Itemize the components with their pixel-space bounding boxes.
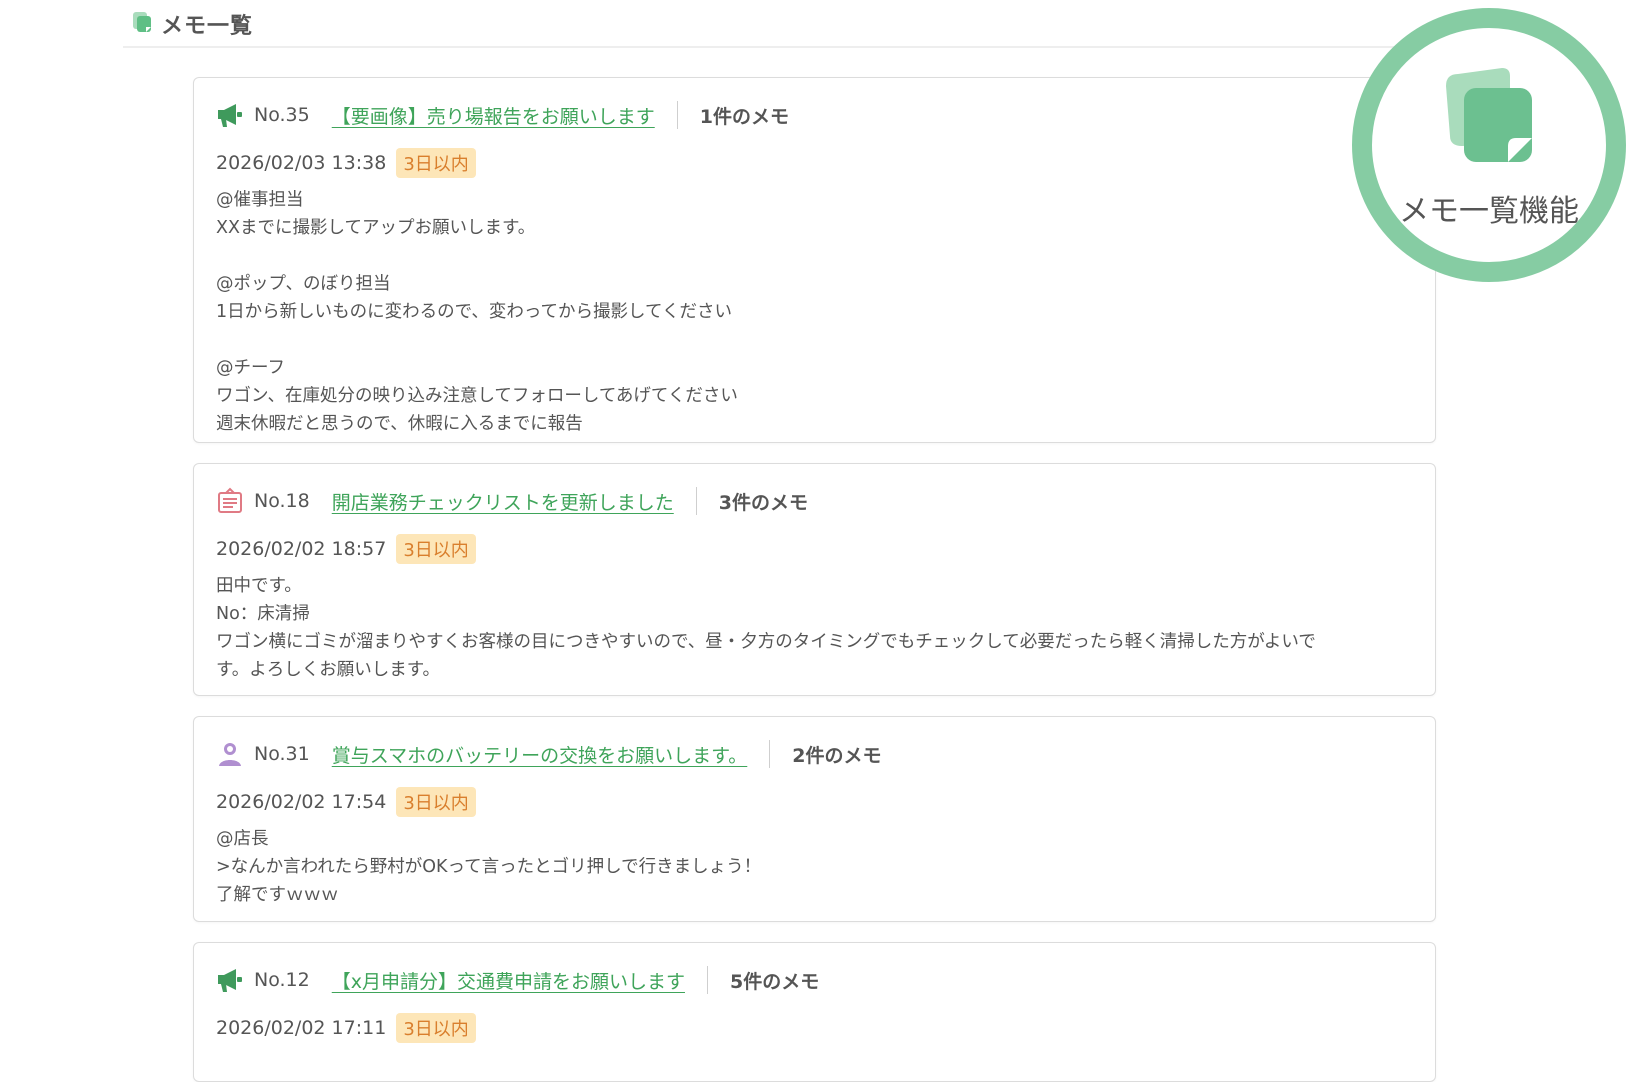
deadline-badge: 3日以内 (396, 148, 476, 178)
deadline-badge: 3日以内 (396, 787, 476, 817)
memo-stack-icon (133, 12, 151, 32)
feature-badge: メモ一覧機能 (1352, 8, 1626, 282)
megaphone-icon (218, 104, 242, 127)
person-icon (219, 743, 241, 766)
memo-line: XXまでに撮影してアップお願いします。 (216, 218, 536, 238)
memo-card: No.35 【要画像】売り場報告をお願いします 1件のメモ 2026/02/03… (193, 77, 1436, 443)
memo-count[interactable]: 3件のメモ (719, 488, 808, 515)
memo-line: 週末休暇だと思うので、休暇に入るまでに報告 (216, 414, 583, 434)
memo-line: @店長 (216, 829, 269, 849)
memo-date: 2026/02/02 17:54 (216, 791, 387, 813)
memo-number: No.18 (254, 490, 310, 512)
memo-line: ワゴン横にゴミが溜まりやすくお客様の目につきやすいので、昼・夕方のタイミングでも… (216, 632, 1316, 680)
deadline-badge: 3日以内 (396, 534, 476, 564)
memo-line: 1日から新しいものに変わるので、変わってから撮影してください (216, 302, 733, 322)
memo-line: @チーフ (216, 358, 285, 378)
memo-stack-icon (1446, 68, 1532, 162)
memo-line: ワゴン、在庫処分の映り込み注意してフォローしてあげてください (216, 386, 738, 406)
memo-line: >なんか言われたら野村がOKって言ったとゴリ押しで行きましょう！ (216, 857, 762, 877)
memo-line: 田中です。 (216, 576, 302, 596)
memo-date: 2026/02/02 18:57 (216, 538, 387, 560)
divider (676, 101, 678, 129)
memo-title-link[interactable]: 【要画像】売り場報告をお願いします (332, 102, 655, 129)
divider (695, 487, 697, 515)
memo-count[interactable]: 2件のメモ (792, 741, 881, 768)
memo-card: No.18 開店業務チェックリストを更新しました 3件のメモ 2026/02/0… (193, 463, 1436, 696)
megaphone-icon (218, 969, 242, 992)
memo-line: @催事担当 (216, 190, 304, 210)
page-title: メモ一覧 (161, 14, 254, 39)
divider (769, 740, 771, 768)
page-header: メモ一覧 (123, 0, 1395, 48)
memo-number: No.31 (254, 743, 310, 765)
clipboard-icon (218, 487, 242, 513)
memo-line: 了解ですｗｗｗ (216, 885, 339, 905)
divider (706, 966, 708, 994)
memo-title-link[interactable]: 開店業務チェックリストを更新しました (332, 488, 674, 515)
memo-card: No.12 【x月申請分】交通費申請をお願いします 5件のメモ 2026/02/… (193, 942, 1436, 1082)
memo-number: No.35 (254, 104, 310, 126)
deadline-badge: 3日以内 (396, 1013, 476, 1043)
memo-title-link[interactable]: 賞与スマホのバッテリーの交換をお願いします。 (332, 741, 748, 768)
memo-body: @催事担当 XXまでに撮影してアップお願いします。 @ポップ、のぼり担当 1日か… (216, 186, 1416, 438)
memo-title-link[interactable]: 【x月申請分】交通費申請をお願いします (332, 967, 685, 994)
memo-date: 2026/02/02 17:11 (216, 1017, 387, 1039)
memo-line: @ポップ、のぼり担当 (216, 274, 391, 294)
memo-line: No：床清掃 (216, 604, 310, 624)
memo-body: @店長 >なんか言われたら野村がOKって言ったとゴリ押しで行きましょう！ 了解で… (216, 825, 1416, 909)
memo-count[interactable]: 5件のメモ (730, 967, 819, 994)
memo-count[interactable]: 1件のメモ (700, 102, 789, 129)
memo-number: No.12 (254, 969, 310, 991)
memo-card: No.31 賞与スマホのバッテリーの交換をお願いします。 2件のメモ 2026/… (193, 716, 1436, 922)
memo-body: 田中です。 No：床清掃 ワゴン横にゴミが溜まりやすくお客様の目につきやすいので… (216, 572, 1346, 684)
memo-date: 2026/02/03 13:38 (216, 152, 387, 174)
feature-label: メモ一覧機能 (1399, 194, 1579, 229)
